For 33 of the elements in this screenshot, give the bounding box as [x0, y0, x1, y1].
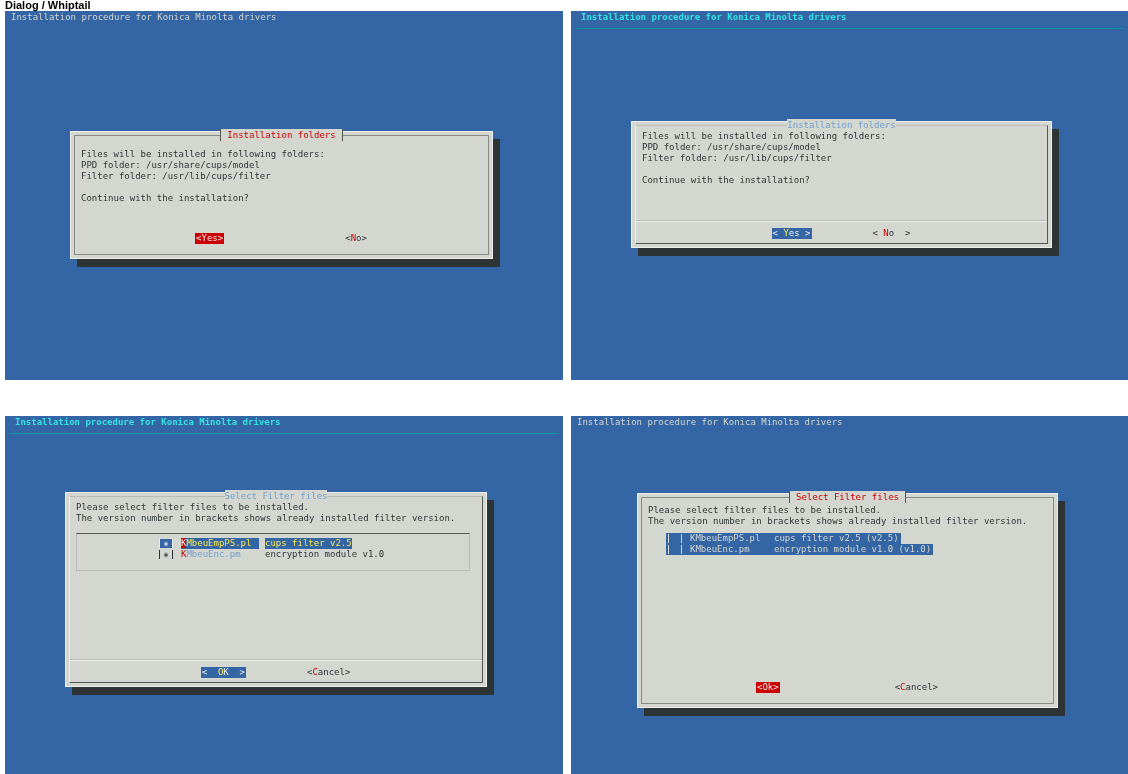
dialog-button[interactable]: <Cancel>: [893, 682, 939, 693]
message-text: Continue with the installation?: [642, 175, 811, 186]
dialog-button[interactable]: <Ok>: [756, 682, 780, 693]
message-text: The version number in brackets shows already installed filter version.: [648, 516, 1029, 527]
message-text: PPD folder: /usr/share/cups/model: [81, 160, 261, 171]
list-item[interactable]: KMbeuEnc.pm encryption module v1.0 (v1.0): [666, 544, 934, 555]
message-text: Files will be installed in following folders:: [81, 149, 326, 160]
message-text: Filter folder: /usr/lib/cups/filter: [81, 171, 272, 182]
message-text: Filter folder: /usr/lib/cups/filter: [642, 153, 833, 164]
dialog-button[interactable]: <Yes>: [195, 233, 225, 244]
dialog-button[interactable]: < No >: [871, 228, 912, 239]
dialog-title: Installation folders: [220, 129, 343, 141]
message-text: The version number in brackets shows already installed filter version.: [76, 513, 457, 524]
page-title: Dialog / Whiptail: [4, 0, 92, 11]
message-text: PPD folder: /usr/share/cups/model: [642, 142, 822, 153]
list-item[interactable]: KMbeuEnc.pm encryption module v1.0: [157, 549, 385, 560]
dialog-button[interactable]: < OK >: [200, 667, 246, 678]
checkbox[interactable]: [159, 550, 173, 559]
screen-header: Installation procedure for Konica Minolta drivers: [14, 416, 281, 428]
message-text: Please select filter files to be installed.: [76, 502, 310, 513]
dialog-title: Select Filter files: [789, 491, 906, 503]
message-text: Please select filter files to be installed.: [648, 505, 882, 516]
dialog-button[interactable]: <Cancel>: [306, 667, 352, 678]
message-text: Continue with the installation?: [81, 193, 250, 204]
dialog-button[interactable]: <No>: [344, 233, 368, 244]
screen-header: Installation procedure for Konica Minolta drivers: [10, 11, 277, 23]
list-item[interactable]: KMbeuEmpPS.pl cups filter v2.5 (v2.5): [666, 533, 901, 544]
message-text: Files will be installed in following folders:: [642, 131, 887, 142]
dialog-title: Installation folders: [787, 119, 896, 131]
screen-header: Installation procedure for Konica Minolta drivers: [580, 11, 847, 23]
screen-header: Installation procedure for Konica Minolta drivers: [576, 416, 843, 428]
dialog-button[interactable]: < Yes >: [771, 228, 812, 239]
dialog-title: Select Filter files: [224, 490, 328, 502]
